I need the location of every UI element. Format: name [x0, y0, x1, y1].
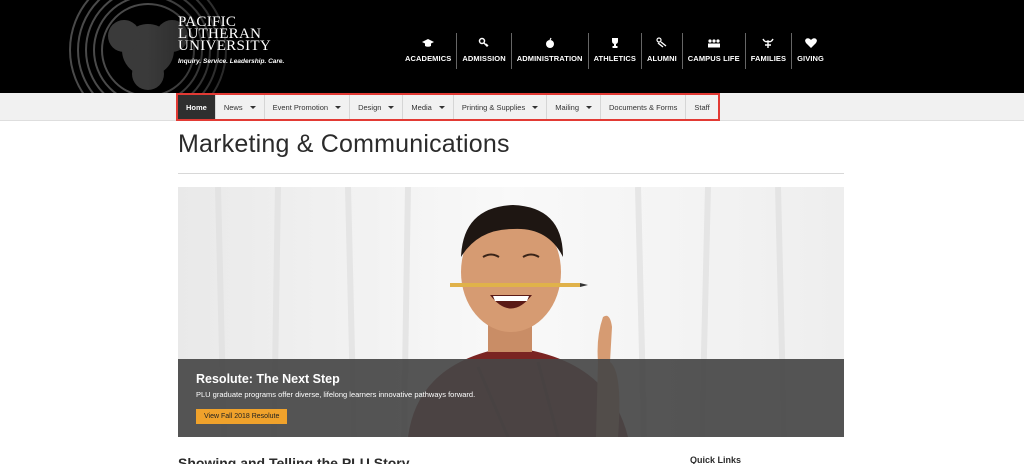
subnav-design-label: Design [358, 102, 382, 112]
page-title: Marketing & Communications [178, 130, 510, 158]
subnav-printing-supplies-label: Printing & Supplies [461, 102, 526, 112]
subnav-news[interactable]: News [216, 95, 265, 119]
section-heading: Showing and Telling the PLU Story [178, 455, 410, 464]
trophy-icon [611, 38, 618, 48]
subnav-documents-forms[interactable]: Documents & Forms [601, 95, 687, 119]
tagline: Inquiry. Service. Leadership. Care. [178, 58, 285, 65]
caret-down-icon [438, 105, 445, 109]
nav-administration-label: ADMINISTRATION [516, 54, 583, 63]
handshake-icon [656, 37, 667, 48]
subnav-media-label: Media [411, 102, 432, 112]
caret-down-icon [532, 105, 539, 109]
university-logo[interactable]: PACIFIC LUTHERAN UNIVERSITY Inquiry. Ser… [178, 15, 328, 66]
subnav-event-promotion-label: Event Promotion [272, 102, 329, 112]
nav-giving-label: GIVING [797, 54, 824, 63]
heart-icon [804, 38, 817, 48]
nav-admission-label: ADMISSION [462, 54, 506, 63]
nav-families-label: FAMILIES [750, 54, 787, 63]
subnav-home-label: Home [186, 102, 207, 112]
quick-links-heading: Quick Links [690, 455, 742, 464]
nav-giving[interactable]: GIVING [791, 33, 829, 69]
section-navigation: Home News Event Promotion Design Media P… [176, 93, 720, 121]
subnav-staff-label: Staff [694, 102, 710, 112]
subnav-mailing-label: Mailing [555, 102, 579, 112]
hero-banner: Resolute: The Next Step PLU graduate pro… [178, 187, 844, 437]
nav-alumni[interactable]: ALUMNI [641, 33, 682, 69]
apple-icon [545, 37, 554, 48]
nav-admission[interactable]: ADMISSION [456, 33, 510, 69]
people-icon [707, 39, 720, 48]
main-navigation: ACADEMICS ADMISSION ADMINISTRATION ATHLE… [400, 33, 829, 69]
key-icon [478, 37, 489, 48]
nav-academics-label: ACADEMICS [405, 54, 452, 63]
view-resolute-button[interactable]: View Fall 2018 Resolute [196, 409, 288, 424]
title-divider [178, 173, 844, 174]
subnav-home[interactable]: Home [178, 95, 216, 119]
subnav-staff[interactable]: Staff [686, 95, 717, 119]
nav-athletics[interactable]: ATHLETICS [587, 33, 641, 69]
nav-campus-life[interactable]: CAMPUS LIFE [681, 33, 745, 69]
hero-subtitle: PLU graduate programs offer diverse, lif… [196, 390, 476, 399]
site-header: PACIFIC LUTHERAN UNIVERSITY Inquiry. Ser… [0, 0, 1024, 93]
logo-line-3: UNIVERSITY [178, 38, 271, 54]
subnav-printing-supplies[interactable]: Printing & Supplies [454, 95, 548, 119]
hero-title: Resolute: The Next Step [196, 372, 340, 386]
subnav-mailing[interactable]: Mailing [547, 95, 601, 119]
graduation-cap-icon [422, 39, 435, 47]
caret-down-icon [388, 105, 395, 109]
caret-down-icon [249, 105, 256, 109]
hero-caption: Resolute: The Next Step PLU graduate pro… [178, 359, 844, 437]
family-icon [762, 38, 775, 48]
nav-administration[interactable]: ADMINISTRATION [510, 33, 588, 69]
nav-families[interactable]: FAMILIES [744, 33, 791, 69]
subnav-media[interactable]: Media [403, 95, 454, 119]
nav-athletics-label: ATHLETICS [593, 54, 637, 63]
subnav-design[interactable]: Design [350, 95, 404, 119]
nav-academics[interactable]: ACADEMICS [400, 33, 456, 69]
nav-alumni-label: ALUMNI [647, 54, 677, 63]
caret-down-icon [586, 105, 592, 109]
nav-campus-life-label: CAMPUS LIFE [687, 54, 740, 63]
caret-down-icon [335, 105, 342, 109]
subnav-documents-forms-label: Documents & Forms [609, 102, 678, 112]
subnav-event-promotion[interactable]: Event Promotion [265, 95, 351, 119]
subnav-news-label: News [223, 102, 243, 112]
